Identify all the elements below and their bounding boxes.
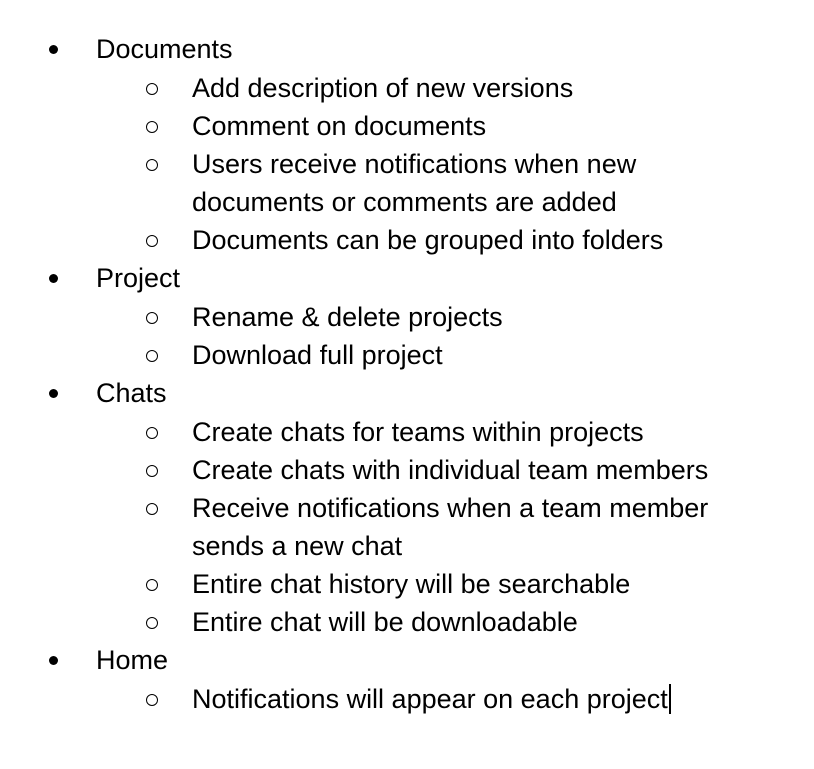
section-heading: Project [96, 263, 181, 293]
filled-circle-bullet-icon [49, 656, 58, 665]
hollow-circle-bullet-icon [146, 350, 158, 362]
section-heading: Chats [96, 378, 167, 408]
hollow-circle-bullet-icon [146, 694, 158, 706]
list-item-level-1[interactable]: Home [0, 641, 814, 680]
hollow-circle-bullet-icon [146, 579, 158, 591]
section-heading: Documents [96, 34, 233, 64]
document-body[interactable]: Documents Add description of new version… [0, 30, 814, 718]
list-item-level-2[interactable]: Entire chat will be downloadable [0, 603, 762, 641]
list-item-level-2[interactable]: Download full project [0, 336, 762, 374]
list-item-text: Documents can be grouped into folders [192, 225, 664, 255]
hollow-circle-bullet-icon [146, 83, 158, 95]
hollow-circle-bullet-icon [146, 312, 158, 324]
list-item-level-2[interactable]: Comment on documents [0, 107, 762, 145]
list-item-text: Comment on documents [192, 111, 487, 141]
filled-circle-bullet-icon [49, 389, 58, 398]
list-item-text: Entire chat will be downloadable [192, 607, 578, 637]
hollow-circle-bullet-icon [146, 235, 158, 247]
list-item-level-2[interactable]: Add description of new versions [0, 69, 762, 107]
list-item-level-2[interactable]: Create chats for teams within projects [0, 413, 762, 451]
list-item-level-2[interactable]: Receive notifications when a team member… [0, 489, 762, 565]
list-item-level-2[interactable]: Documents can be grouped into folders [0, 221, 762, 259]
section-heading: Home [96, 645, 169, 675]
hollow-circle-bullet-icon [146, 617, 158, 629]
list-item-level-2[interactable]: Create chats with individual team member… [0, 451, 762, 489]
hollow-circle-bullet-icon [146, 465, 158, 477]
list-item-text: Add description of new versions [192, 73, 574, 103]
list-item-level-2[interactable]: Notifications will appear on each projec… [0, 680, 762, 718]
hollow-circle-bullet-icon [146, 159, 158, 171]
list-item-text: Download full project [192, 340, 443, 370]
filled-circle-bullet-icon [49, 274, 58, 283]
list-item-level-2[interactable]: Users receive notifications when new doc… [0, 145, 762, 221]
text-cursor [668, 684, 671, 714]
list-item-level-1[interactable]: Documents [0, 30, 814, 69]
filled-circle-bullet-icon [49, 45, 58, 54]
hollow-circle-bullet-icon [146, 427, 158, 439]
list-item-text: Rename & delete projects [192, 302, 503, 332]
list-item-level-1[interactable]: Project [0, 259, 814, 298]
list-item-level-1[interactable]: Chats [0, 374, 814, 413]
list-item-text: Create chats for teams within projects [192, 417, 644, 447]
list-item-text: Create chats with individual team member… [192, 455, 709, 485]
hollow-circle-bullet-icon [146, 503, 158, 515]
list-item-text: Notifications will appear on each projec… [192, 684, 668, 714]
list-item-text: Users receive notifications when new doc… [192, 149, 637, 217]
hollow-circle-bullet-icon [146, 121, 158, 133]
list-item-text: Receive notifications when a team member… [192, 493, 709, 561]
list-item-level-2[interactable]: Entire chat history will be searchable [0, 565, 762, 603]
list-item-level-2[interactable]: Rename & delete projects [0, 298, 762, 336]
list-item-text: Entire chat history will be searchable [192, 569, 631, 599]
